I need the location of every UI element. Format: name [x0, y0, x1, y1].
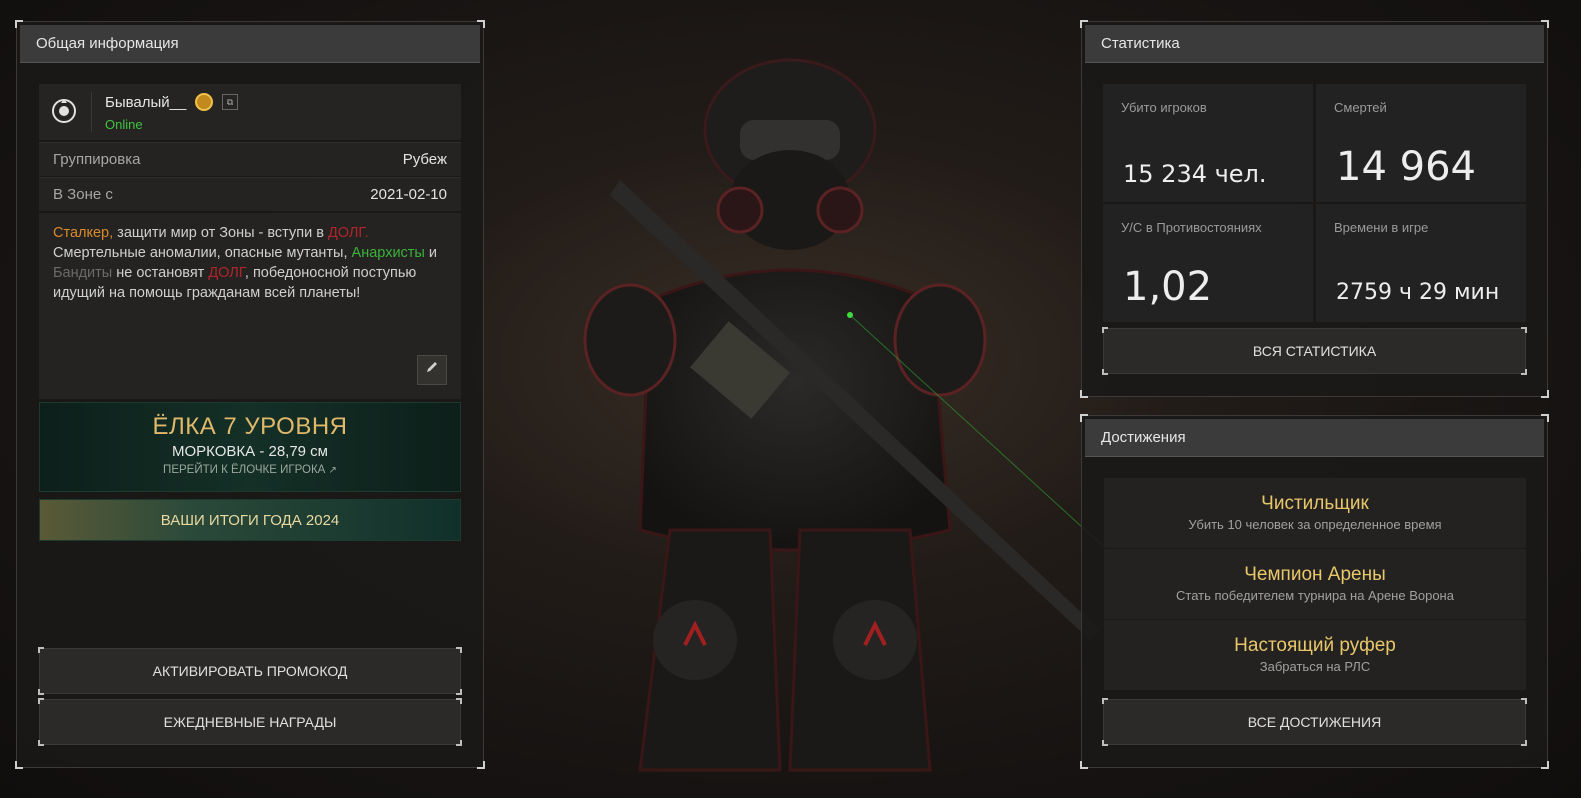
- stat-kills-value: 15 234 чел.: [1123, 160, 1267, 188]
- achievement-item[interactable]: Чистильщик Убить 10 человек за определен…: [1104, 478, 1526, 548]
- achievement-title: Настоящий руфер: [1234, 635, 1396, 656]
- achievements-panel-title: Достижения: [1085, 419, 1544, 457]
- rank-icon: [51, 98, 77, 124]
- achievement-desc: Убить 10 человек за определенное время: [1188, 517, 1442, 532]
- tree-banner[interactable]: ЁЛКА 7 УРОВНЯ МОРКОВКА - 28,79 см ПЕРЕЙТ…: [39, 402, 461, 492]
- achievements-panel: Достижения Чистильщик Убить 10 человек з…: [1080, 414, 1549, 769]
- stats-panel: Статистика Убито игроков 15 234 чел. Сме…: [1080, 20, 1549, 398]
- stat-deaths-value: 14 964: [1336, 144, 1476, 190]
- stat-playtime: Времени в игре 2759 ч 29 мин: [1316, 204, 1526, 322]
- tree-link[interactable]: ПЕРЕЙТИ К ЁЛОЧКЕ ИГРОКА ↗: [40, 464, 460, 476]
- activate-promo-button[interactable]: АКТИВИРОВАТЬ ПРОМОКОД: [38, 647, 462, 695]
- achievement-desc: Стать победителем турнира на Арене Ворон…: [1176, 588, 1454, 603]
- achievement-title: Чистильщик: [1261, 493, 1369, 514]
- daily-rewards-label: ЕЖЕДНЕВНЫЕ НАГРАДЫ: [163, 714, 337, 730]
- stat-kd: У/С в Противостояниях 1,02: [1103, 204, 1313, 322]
- stat-kills: Убито игроков 15 234 чел.: [1103, 84, 1313, 202]
- stat-deaths-label: Смертей: [1334, 100, 1387, 115]
- tree-level: ЁЛКА 7 УРОВНЯ: [152, 413, 348, 440]
- external-link-icon: ↗: [328, 465, 337, 476]
- stat-deaths: Смертей 14 964: [1316, 84, 1526, 202]
- stat-kd-label: У/С в Противостояниях: [1121, 220, 1262, 235]
- stat-kd-value: 1,02: [1123, 264, 1213, 310]
- info-panel: Общая информация Бывалый__ ⧉ Online Груп…: [15, 20, 485, 769]
- online-status: Online: [105, 117, 143, 132]
- faction-row: Группировка Рубеж: [39, 142, 461, 176]
- joined-value: 2021-02-10: [370, 186, 447, 203]
- stat-kills-label: Убито игроков: [1121, 100, 1207, 115]
- activate-promo-label: АКТИВИРОВАТЬ ПРОМОКОД: [152, 663, 348, 679]
- daily-rewards-button[interactable]: ЕЖЕДНЕВНЫЕ НАГРАДЫ: [38, 698, 462, 746]
- joined-label: В Зоне с: [53, 186, 113, 203]
- joined-row: В Зоне с 2021-02-10: [39, 177, 461, 211]
- all-stats-button[interactable]: ВСЯ СТАТИСТИКА: [1102, 327, 1527, 375]
- all-stats-label: ВСЯ СТАТИСТИКА: [1252, 343, 1377, 359]
- tree-size: МОРКОВКА - 28,79 см: [172, 443, 328, 460]
- player-card: Бывалый__ ⧉ Online: [39, 84, 461, 140]
- faction-value: Рубеж: [402, 151, 447, 168]
- info-panel-title: Общая информация: [20, 25, 480, 63]
- pencil-icon: [425, 360, 439, 380]
- character-model[interactable]: [560, 50, 1141, 790]
- year-summary-label: ВАШИ ИТОГИ ГОДА 2024: [160, 511, 340, 529]
- achievement-desc: Забраться на РЛС: [1259, 659, 1371, 674]
- achievement-item[interactable]: Чемпион Арены Стать победителем турнира …: [1104, 549, 1526, 619]
- achievement-title: Чемпион Арены: [1244, 564, 1386, 585]
- copy-icon[interactable]: ⧉: [222, 94, 238, 110]
- all-achievements-button[interactable]: ВСЕ ДОСТИЖЕНИЯ: [1102, 698, 1527, 746]
- bio-box: Сталкер, защити мир от Зоны - вступи в Д…: [39, 213, 461, 399]
- all-achievements-label: ВСЕ ДОСТИЖЕНИЯ: [1247, 714, 1382, 730]
- divider: [91, 92, 92, 132]
- stat-playtime-value: 2759 ч 29 мин: [1336, 280, 1500, 305]
- stat-playtime-label: Времени в игре: [1334, 220, 1429, 235]
- year-summary-banner[interactable]: ВАШИ ИТОГИ ГОДА 2024: [39, 499, 461, 541]
- edit-bio-button[interactable]: [417, 355, 447, 385]
- bio-text: Сталкер, защити мир от Зоны - вступи в Д…: [53, 225, 437, 301]
- faction-label: Группировка: [53, 151, 141, 168]
- player-name: Бывалый__: [105, 94, 187, 111]
- badge-icon: [195, 93, 213, 111]
- achievement-item[interactable]: Настоящий руфер Забраться на РЛС: [1104, 620, 1526, 690]
- stats-panel-title: Статистика: [1085, 25, 1544, 63]
